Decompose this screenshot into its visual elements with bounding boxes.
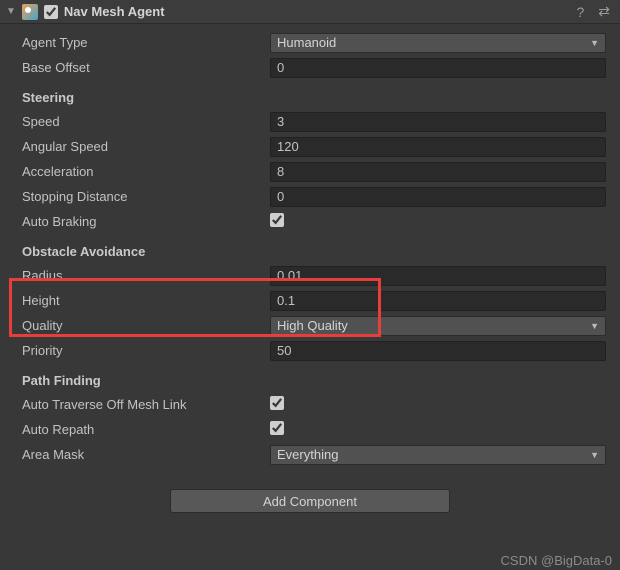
section-path-finding: Path Finding: [22, 363, 606, 392]
label-base-offset: Base Offset: [22, 60, 270, 75]
component-body: Agent Type Humanoid ▼ Base Offset Steeri…: [0, 24, 620, 477]
stopping-distance-input[interactable]: [270, 187, 606, 207]
chevron-down-icon: ▼: [590, 321, 599, 331]
chevron-down-icon: ▼: [590, 38, 599, 48]
label-radius: Radius: [22, 268, 270, 283]
label-acceleration: Acceleration: [22, 164, 270, 179]
quality-value: High Quality: [277, 318, 348, 333]
component-header[interactable]: ▼ Nav Mesh Agent ? ⇄: [0, 0, 620, 24]
section-steering: Steering: [22, 80, 606, 109]
help-icon[interactable]: ?: [572, 4, 588, 20]
preset-icon[interactable]: ⇄: [594, 3, 614, 20]
label-auto-braking: Auto Braking: [22, 214, 270, 229]
priority-input[interactable]: [270, 341, 606, 361]
agent-type-dropdown[interactable]: Humanoid ▼: [270, 33, 606, 53]
label-area-mask: Area Mask: [22, 447, 270, 462]
base-offset-input[interactable]: [270, 58, 606, 78]
acceleration-input[interactable]: [270, 162, 606, 182]
row-height: Height: [22, 288, 606, 313]
row-base-offset: Base Offset: [22, 55, 606, 80]
row-auto-braking: Auto Braking: [22, 209, 606, 234]
label-angular-speed: Angular Speed: [22, 139, 270, 154]
section-obstacle: Obstacle Avoidance: [22, 234, 606, 263]
label-stopping-distance: Stopping Distance: [22, 189, 270, 204]
label-agent-type: Agent Type: [22, 35, 270, 50]
auto-traverse-checkbox[interactable]: [270, 396, 284, 410]
row-quality: Quality High Quality ▼: [22, 313, 606, 338]
row-angular-speed: Angular Speed: [22, 134, 606, 159]
foldout-triangle-icon[interactable]: ▼: [6, 6, 16, 17]
speed-input[interactable]: [270, 112, 606, 132]
label-speed: Speed: [22, 114, 270, 129]
auto-braking-checkbox[interactable]: [270, 213, 284, 227]
label-auto-repath: Auto Repath: [22, 422, 270, 437]
component-enabled-checkbox[interactable]: [44, 5, 58, 19]
chevron-down-icon: ▼: [590, 450, 599, 460]
add-component-button[interactable]: Add Component: [170, 489, 450, 513]
row-priority: Priority: [22, 338, 606, 363]
component-title: Nav Mesh Agent: [64, 4, 165, 19]
auto-repath-checkbox[interactable]: [270, 421, 284, 435]
label-auto-traverse: Auto Traverse Off Mesh Link: [22, 397, 270, 412]
label-quality: Quality: [22, 318, 270, 333]
row-speed: Speed: [22, 109, 606, 134]
radius-input[interactable]: [270, 266, 606, 286]
area-mask-value: Everything: [277, 447, 338, 462]
height-input[interactable]: [270, 291, 606, 311]
row-area-mask: Area Mask Everything ▼: [22, 442, 606, 467]
row-auto-traverse: Auto Traverse Off Mesh Link: [22, 392, 606, 417]
row-auto-repath: Auto Repath: [22, 417, 606, 442]
row-acceleration: Acceleration: [22, 159, 606, 184]
label-height: Height: [22, 293, 270, 308]
row-stopping-distance: Stopping Distance: [22, 184, 606, 209]
angular-speed-input[interactable]: [270, 137, 606, 157]
row-agent-type: Agent Type Humanoid ▼: [22, 30, 606, 55]
quality-dropdown[interactable]: High Quality ▼: [270, 316, 606, 336]
agent-type-value: Humanoid: [277, 35, 336, 50]
navmesh-agent-icon: [22, 4, 38, 20]
label-priority: Priority: [22, 343, 270, 358]
watermark: CSDN @BigData-0: [501, 553, 612, 568]
area-mask-dropdown[interactable]: Everything ▼: [270, 445, 606, 465]
row-radius: Radius: [22, 263, 606, 288]
